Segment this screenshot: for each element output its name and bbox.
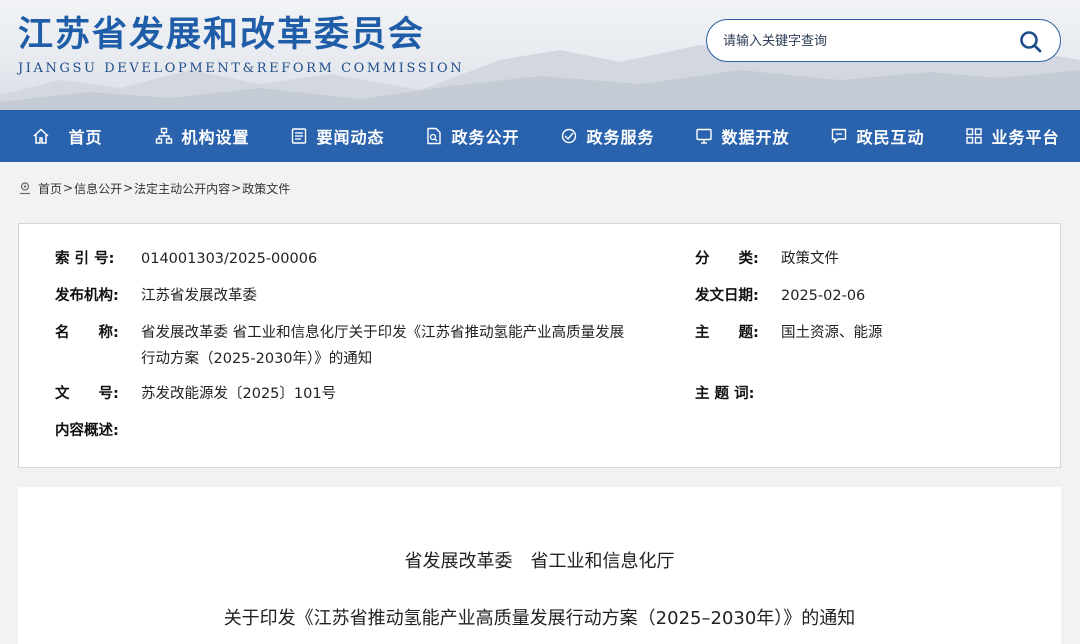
document-icon (425, 127, 443, 145)
keywords-label: 主 题 词: (695, 386, 755, 402)
nav-item-open-data[interactable]: 数据开放 (675, 110, 810, 162)
nav-item-label: 政务公开 (451, 128, 520, 147)
nav-item-gov-affairs[interactable]: 政务公开 (405, 110, 540, 162)
breadcrumb-policy[interactable]: 政策文件 (242, 180, 290, 197)
document-info-panel: 索 引 号: 014001303/2025-00006 分 类: 政策文件 发布… (18, 223, 1061, 468)
breadcrumb-home[interactable]: 首页 (38, 180, 62, 197)
monitor-icon (695, 127, 713, 145)
site-header: 江苏省发展和改革委员会 JIANGSU DEVELOPMENT&REFORM C… (0, 0, 1080, 110)
index-label: 索 引 号: (55, 251, 115, 267)
grid-icon (965, 127, 983, 145)
nav-item-label: 首页 (68, 128, 103, 147)
docno-value: 苏发改能源发〔2025〕101号 (141, 386, 337, 402)
chat-icon (830, 127, 848, 145)
nav-item-news[interactable]: 要闻动态 (270, 110, 405, 162)
nav-item-label: 业务平台 (991, 128, 1060, 147)
category-label: 分 类: (695, 251, 759, 267)
nav-item-label: 机构设置 (181, 128, 250, 147)
nav-item-label: 数据开放 (721, 128, 790, 147)
service-icon (560, 127, 578, 145)
publisher-label: 发布机构: (55, 288, 119, 304)
breadcrumb: 首页 > 信息公开 > 法定主动公开内容 > 政策文件 (18, 180, 290, 196)
nav-item-label: 政民互动 (856, 128, 925, 147)
info-row-index: 索 引 号: 014001303/2025-00006 分 类: 政策文件 (19, 246, 1062, 272)
site-title[interactable]: 江苏省发展和改革委员会 (18, 6, 425, 57)
nav-item-platform[interactable]: 业务平台 (945, 110, 1080, 162)
search-icon[interactable] (1018, 29, 1044, 55)
news-icon (290, 127, 308, 145)
search-input[interactable] (723, 30, 1003, 52)
index-value: 014001303/2025-00006 (141, 251, 318, 267)
article-body: 省发展改革委 省工业和信息化厅 关于印发《江苏省推动氢能产业高质量发展行动方案（… (18, 487, 1061, 644)
publisher-value: 江苏省发展改革委 (141, 288, 257, 304)
category-value: 政策文件 (781, 251, 839, 267)
article-issuer: 省发展改革委 省工业和信息化厅 (404, 551, 675, 572)
name-value-line1: 省发展改革委 省工业和信息化厅关于印发《江苏省推动氢能产业高质量发展 (141, 325, 625, 341)
breadcrumb-statutory[interactable]: 法定主动公开内容 (134, 180, 230, 197)
breadcrumb-separator: > (231, 181, 242, 195)
nav-item-gov-service[interactable]: 政务服务 (540, 110, 675, 162)
breadcrumb-info-public[interactable]: 信息公开 (74, 180, 122, 197)
main-nav: 首页 机构设置 要闻动态 政务公开 政务服务 数据开放 政民互动 业务平台 (0, 110, 1080, 162)
breadcrumb-separator: > (63, 181, 74, 195)
docno-label: 文 号: (55, 386, 119, 402)
search-box (706, 19, 1061, 62)
nav-item-home[interactable]: 首页 (0, 110, 135, 162)
date-value: 2025-02-06 (781, 288, 866, 304)
home-icon (32, 127, 50, 145)
info-row-docno: 文 号: 苏发改能源发〔2025〕101号 主 题 词: (19, 381, 1062, 407)
location-icon (20, 182, 30, 195)
topic-value: 国土资源、能源 (781, 325, 883, 341)
org-chart-icon (155, 127, 173, 145)
nav-item-label: 政务服务 (586, 128, 655, 147)
nav-item-label: 要闻动态 (316, 128, 385, 147)
nav-item-organization[interactable]: 机构设置 (135, 110, 270, 162)
info-row-summary: 内容概述: (19, 418, 1062, 444)
summary-label: 内容概述: (55, 423, 119, 439)
breadcrumb-separator: > (123, 181, 134, 195)
info-row-publisher: 发布机构: 江苏省发展改革委 发文日期: 2025-02-06 (19, 283, 1062, 309)
article-title: 关于印发《江苏省推动氢能产业高质量发展行动方案（2025–2030年）》的通知 (223, 608, 856, 629)
info-row-name: 名 称: 省发展改革委 省工业和信息化厅关于印发《江苏省推动氢能产业高质量发展 … (19, 320, 1062, 372)
topic-label: 主 题: (695, 325, 759, 341)
site-subtitle: JIANGSU DEVELOPMENT&REFORM COMMISSION (18, 61, 465, 76)
nav-item-interaction[interactable]: 政民互动 (810, 110, 945, 162)
date-label: 发文日期: (695, 288, 759, 304)
name-label: 名 称: (55, 325, 119, 341)
name-value-line2: 行动方案（2025-2030年）》的通知 (141, 351, 373, 367)
